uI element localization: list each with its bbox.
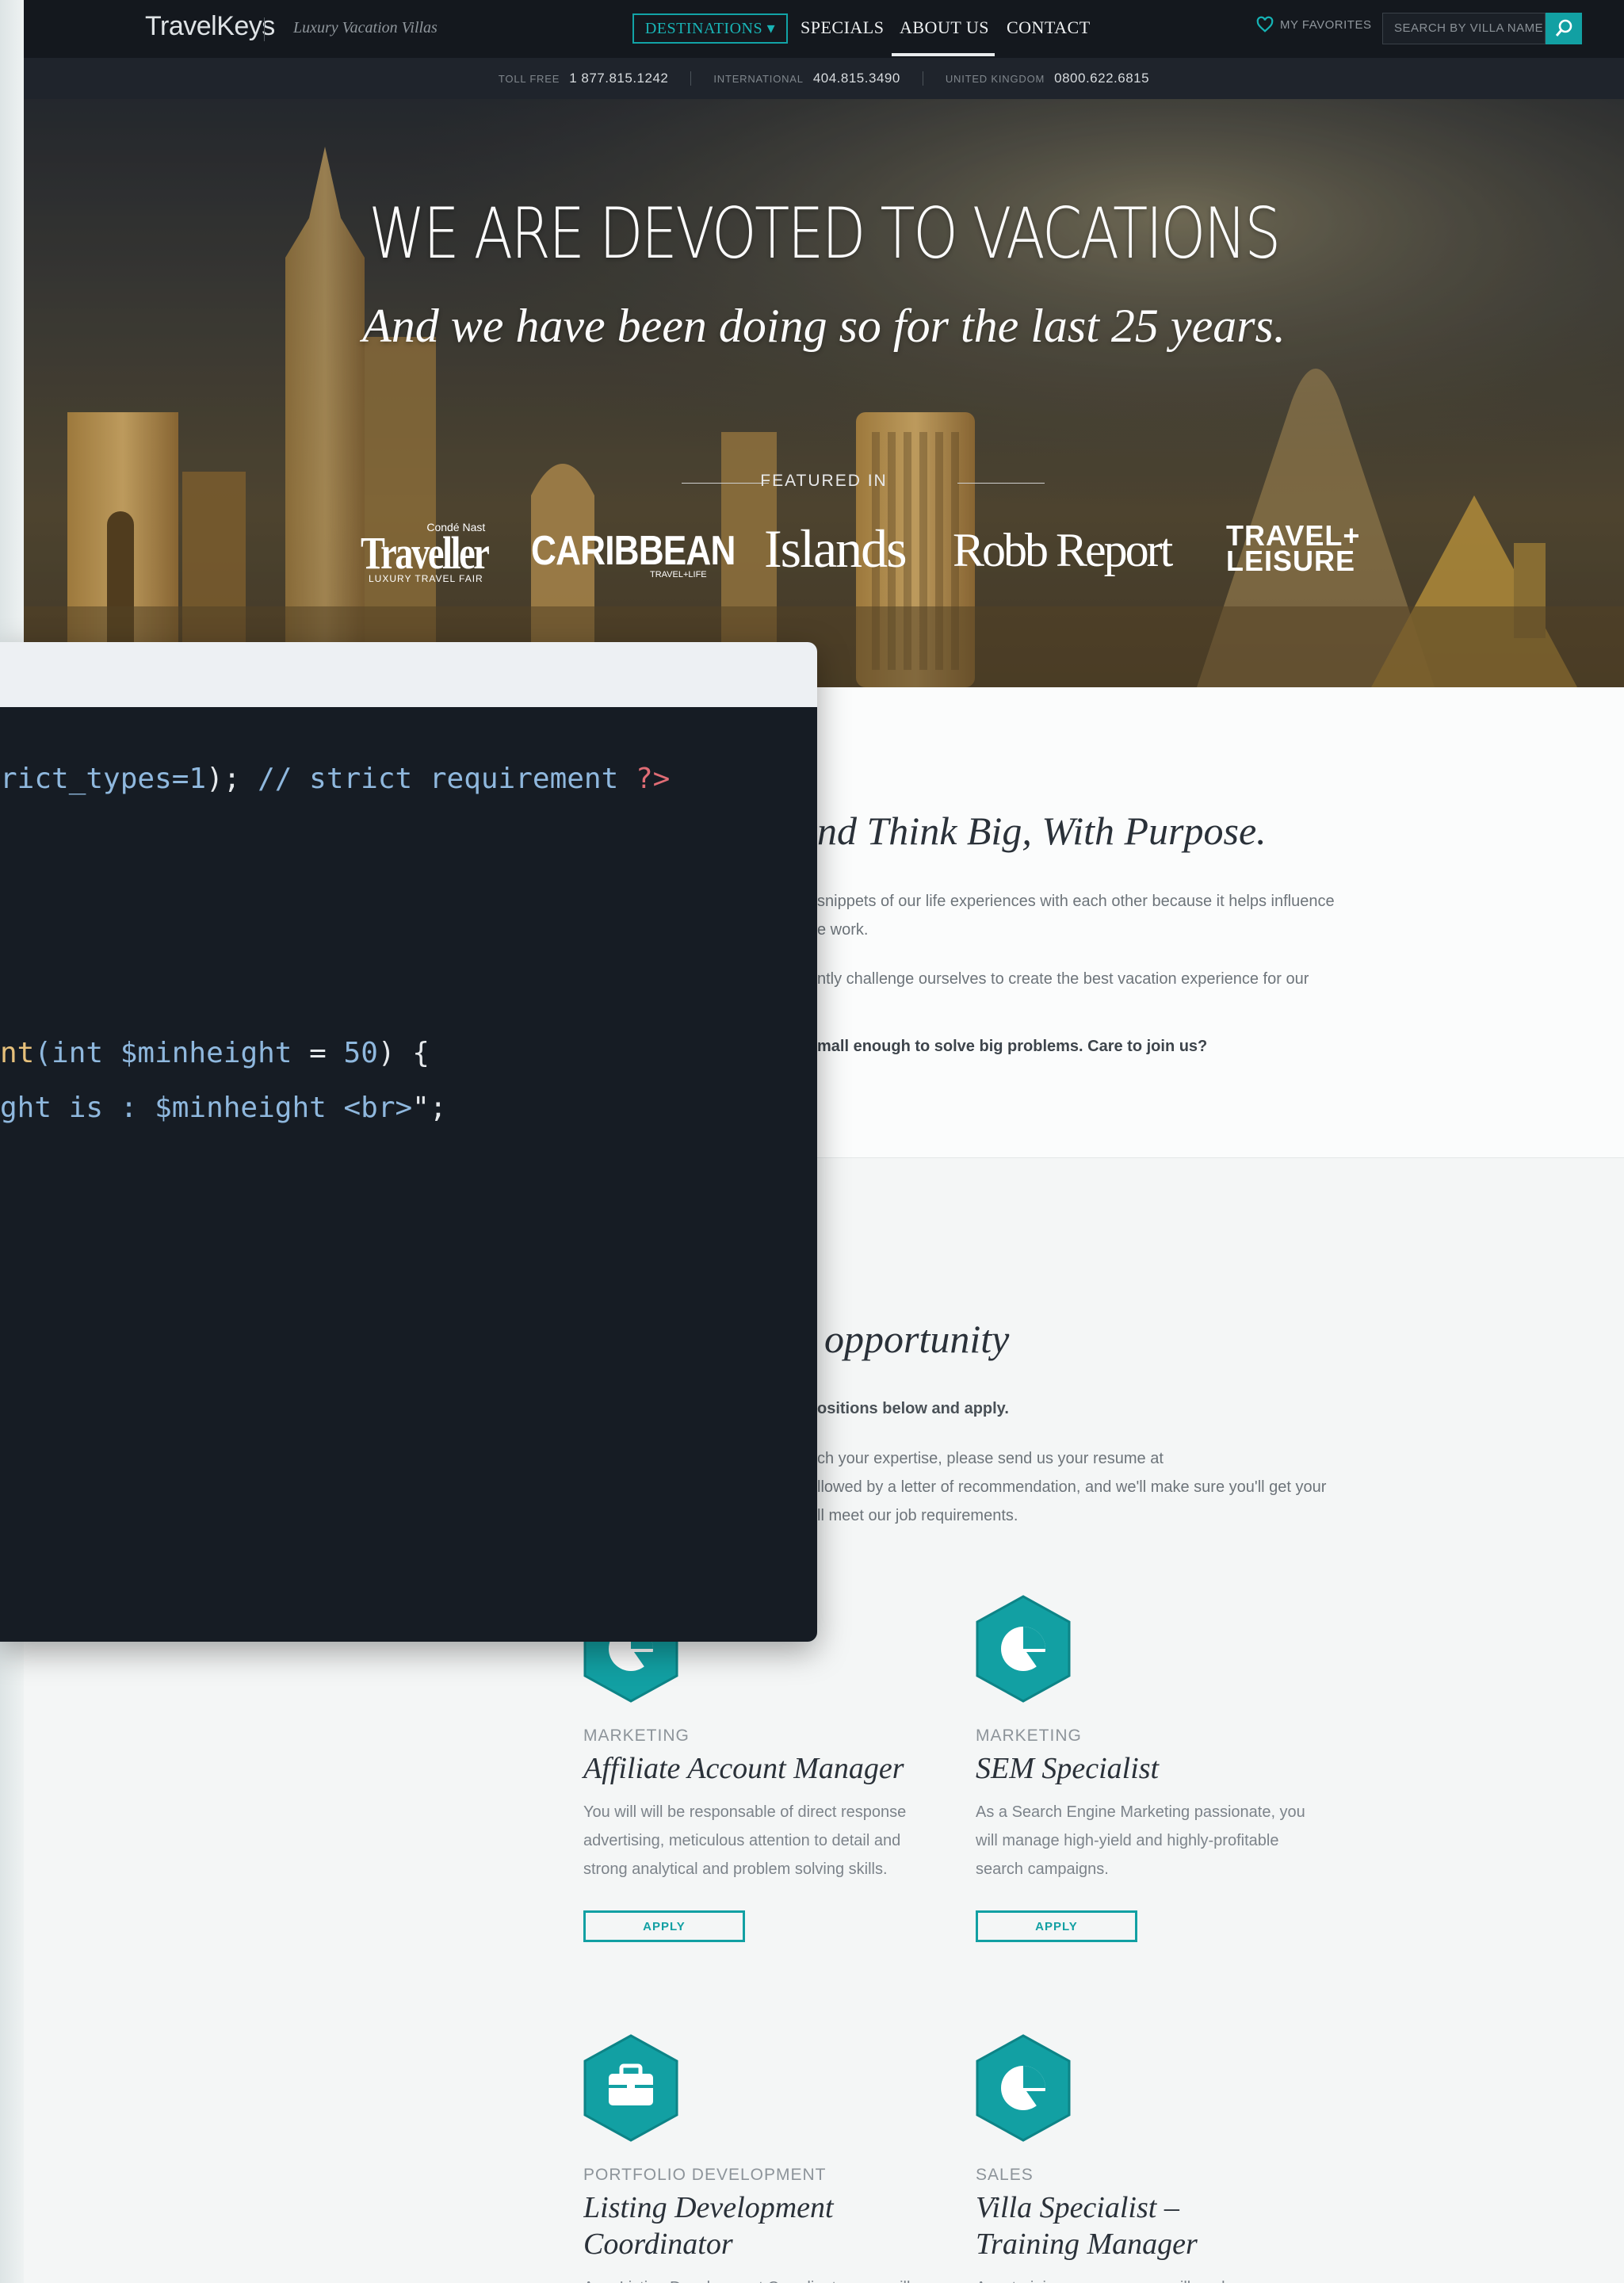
villa-search-input[interactable]: SEARCH BY VILLA NAME: [1382, 13, 1546, 44]
pie-chart-icon: [976, 1595, 1071, 1703]
careers-intro-text: ch your expertise, please send us your r…: [817, 1450, 1327, 1524]
job-card: SALES Villa Specialist – Training Manage…: [976, 2034, 1332, 2283]
briefcase-icon: [583, 2034, 678, 2142]
job-card: PORTFOLIO DEVELOPMENT Listing Developmen…: [583, 2034, 940, 2283]
phone-label-uk: UNITED KINGDOM: [945, 72, 1045, 85]
job-description: As a Search Engine Marketing passionate,…: [976, 1803, 1305, 1878]
nav-contact[interactable]: CONTACT: [1007, 17, 1091, 38]
phone-bar: TOLL FREE 1 877.815.1242 INTERNATIONAL 4…: [24, 58, 1624, 99]
phone-number-toll-free[interactable]: 1 877.815.1242: [569, 71, 668, 86]
my-favorites-link[interactable]: MY FAVORITES: [1256, 16, 1371, 33]
heart-icon: [1256, 16, 1274, 33]
code-window-titlebar: [0, 642, 817, 707]
about-callout: mall enough to solve big problems. Care …: [817, 1038, 1208, 1055]
job-description: As a Listing Development Coordinator, yo…: [583, 2273, 932, 2283]
logo-caribbean-travel-life: CARIBBEAN TRAVEL+LIFE: [531, 528, 736, 579]
my-favorites-label: MY FAVORITES: [1280, 17, 1372, 32]
logo[interactable]: TravelKeys: [145, 11, 275, 42]
job-category: MARKETING: [583, 1727, 690, 1745]
hero-banner: WE ARE DEVOTED TO VACATIONS And we have …: [24, 99, 1624, 687]
search-button[interactable]: [1546, 13, 1582, 44]
phone-label-toll-free: TOLL FREE: [498, 72, 560, 85]
job-title[interactable]: Listing Development Coordinator: [583, 2189, 924, 2262]
featured-divider-right: [957, 483, 1045, 484]
pie-chart-icon: [976, 2034, 1071, 2142]
logo-islands: Islands: [764, 518, 908, 579]
job-category: SALES: [976, 2166, 1034, 2184]
job-title[interactable]: SEM Specialist: [976, 1750, 1316, 1787]
phone-label-international: INTERNATIONAL: [713, 72, 804, 85]
top-navigation: TravelKeys Luxury Vacation Villas DESTIN…: [24, 0, 1624, 58]
about-paragraph-2: ntly challenge ourselves to create the b…: [817, 970, 1309, 988]
job-description: As a training manager, you will analyze: [976, 2273, 1324, 2283]
apply-button[interactable]: APPLY: [976, 1910, 1137, 1942]
logo-travel-leisure: TRAVEL+ LEISURE: [1226, 519, 1361, 577]
hero-background-image: [24, 99, 1624, 687]
phone-number-international[interactable]: 404.815.3490: [813, 71, 900, 86]
hero-title: WE ARE DEVOTED TO VACATIONS: [369, 193, 1281, 274]
search-icon: [1555, 19, 1572, 36]
about-title: nd Think Big, With Purpose.: [817, 809, 1267, 853]
careers-title: opportunity: [824, 1317, 1010, 1361]
careers-intro-bold: ositions below and apply.: [817, 1400, 1009, 1417]
job-description: You will will be responsable of direct r…: [583, 1803, 907, 1878]
job-card: MARKETING SEM Specialist As a Search Eng…: [976, 1595, 1332, 1944]
nav-active-underline: [892, 53, 995, 56]
code-line: rict_types=1); // strict requirement ?>: [0, 763, 671, 795]
brand-tagline: Luxury Vacation Villas: [293, 19, 438, 36]
job-title[interactable]: Villa Specialist – Training Manager: [976, 2189, 1316, 2262]
about-paragraph-1: snippets of our life experiences with ea…: [817, 893, 1335, 939]
logo-conde-nast-traveller: Condé Nast Traveller LUXURY TRAVEL FAIR: [361, 521, 490, 584]
phone-number-uk[interactable]: 0800.622.6815: [1054, 71, 1149, 86]
code-line: nt(int $minheight = 50) {: [0, 1037, 430, 1069]
featured-in-label: FEATURED IN: [760, 472, 888, 490]
code-line: ght is : $minheight <br>";: [0, 1092, 447, 1124]
nav-specials[interactable]: SPECIALS: [801, 17, 884, 38]
logo-divider: [264, 17, 265, 41]
nav-destinations[interactable]: DESTINATIONS ▾: [632, 13, 788, 44]
job-card: MARKETING Affiliate Account Manager You …: [583, 1595, 940, 1944]
apply-button[interactable]: APPLY: [583, 1910, 745, 1942]
nav-about-us[interactable]: ABOUT US: [900, 17, 989, 38]
hero-subtitle: And we have been doing so for the last 2…: [362, 300, 1286, 352]
job-category: PORTFOLIO DEVELOPMENT: [583, 2166, 827, 2184]
logo-robb-report: Robb Report: [953, 524, 1173, 576]
job-title[interactable]: Affiliate Account Manager: [583, 1750, 924, 1787]
about-section: nd Think Big, With Purpose. snippets of …: [817, 687, 1624, 1158]
job-category: MARKETING: [976, 1727, 1082, 1745]
code-editor-window: rict_types=1); // strict requirement ?> …: [0, 642, 817, 1642]
phone-separator: [690, 71, 692, 86]
